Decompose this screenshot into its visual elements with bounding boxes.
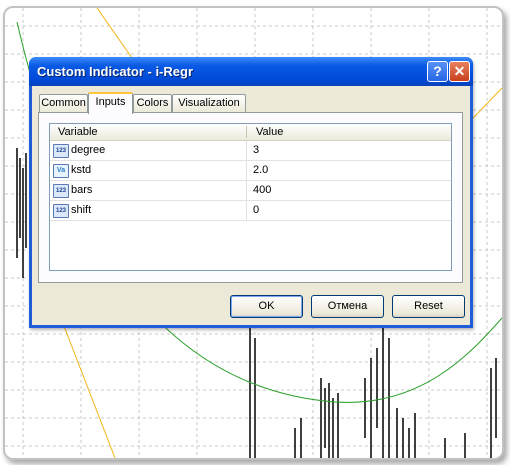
tab-visualization[interactable]: Visualization bbox=[172, 94, 246, 112]
variable-value: 400 bbox=[253, 184, 272, 196]
variable-cell[interactable]: 123 bars bbox=[50, 181, 247, 201]
custom-indicator-dialog: Custom Indicator - i-Regr ? ✕ Common Inp… bbox=[29, 57, 473, 328]
table-header: Variable Value bbox=[50, 124, 451, 141]
variable-value: 2.0 bbox=[253, 164, 269, 176]
tab-inputs[interactable]: Inputs bbox=[88, 92, 133, 114]
close-button[interactable]: ✕ bbox=[449, 61, 470, 82]
dialog-body: Common Inputs Colors Visualization Varia… bbox=[32, 86, 470, 325]
help-button[interactable]: ? bbox=[427, 61, 448, 82]
value-cell[interactable]: 2.0 bbox=[247, 161, 451, 181]
variable-name: kstd bbox=[71, 164, 92, 176]
value-cell[interactable]: 0 bbox=[247, 201, 451, 221]
column-header-value[interactable]: Value bbox=[256, 125, 283, 139]
double-type-icon: Va bbox=[53, 164, 69, 178]
column-header-variable[interactable]: Variable bbox=[58, 125, 98, 139]
variable-name: shift bbox=[71, 204, 92, 216]
cancel-button[interactable]: Отмена bbox=[311, 295, 384, 318]
tab-common[interactable]: Common bbox=[39, 94, 88, 112]
tab-colors[interactable]: Colors bbox=[133, 94, 172, 112]
inputs-panel: Variable Value 123 degree 3 Va kstd 2.0 … bbox=[38, 112, 463, 283]
ok-button[interactable]: OK bbox=[230, 295, 303, 318]
inputs-table: Variable Value 123 degree 3 Va kstd 2.0 … bbox=[49, 123, 452, 271]
variable-cell[interactable]: 123 shift bbox=[50, 201, 247, 221]
integer-type-icon: 123 bbox=[53, 144, 69, 158]
title-bar[interactable]: Custom Indicator - i-Regr ? ✕ bbox=[29, 57, 473, 86]
table-row[interactable]: 123 degree 3 bbox=[50, 141, 451, 161]
variable-name: degree bbox=[71, 144, 106, 156]
integer-type-icon: 123 bbox=[53, 184, 69, 198]
variable-cell[interactable]: Va kstd bbox=[50, 161, 247, 181]
reset-button[interactable]: Reset bbox=[392, 295, 465, 318]
integer-type-icon: 123 bbox=[53, 204, 69, 218]
variable-value: 0 bbox=[253, 204, 260, 216]
value-cell[interactable]: 3 bbox=[247, 141, 451, 161]
column-separator[interactable] bbox=[246, 126, 247, 138]
variable-value: 3 bbox=[253, 144, 260, 156]
value-cell[interactable]: 400 bbox=[247, 181, 451, 201]
lower-channel-line bbox=[56, 307, 116, 458]
variable-cell[interactable]: 123 degree bbox=[50, 141, 247, 161]
table-row[interactable]: Va kstd 2.0 bbox=[50, 161, 451, 181]
table-row[interactable]: 123 bars 400 bbox=[50, 181, 451, 201]
table-row[interactable]: 123 shift 0 bbox=[50, 201, 451, 221]
variable-name: bars bbox=[71, 184, 93, 196]
dialog-title: Custom Indicator - i-Regr bbox=[37, 64, 194, 79]
